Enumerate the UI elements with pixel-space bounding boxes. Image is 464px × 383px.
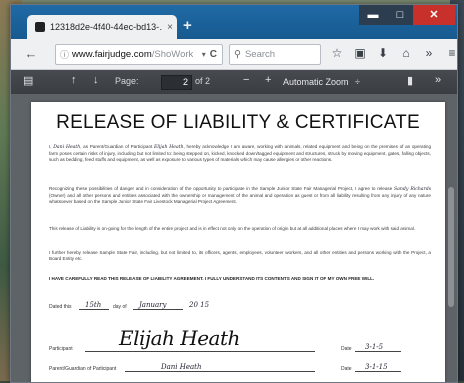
guardian-signature: Dani Heath: [161, 363, 202, 371]
guardian-date-label: Date: [341, 366, 352, 372]
dated-day-line: [79, 309, 109, 310]
participant-name-handwritten: Elijah Heath: [154, 145, 184, 150]
page-number-input[interactable]: 2: [161, 75, 192, 90]
p1-text: , as Parent/Guardian of Participant: [80, 144, 153, 149]
p2-e: Junior State Fair Livestock Managerial P…: [118, 199, 237, 205]
pdf-page: RELEASE OF LIABILITY & CERTIFICATE I, Da…: [31, 102, 445, 382]
page-total: of 2: [195, 76, 211, 86]
window-controls: ▬ □ ✕: [359, 5, 455, 25]
navigation-bar: ← ⓘ www.fairjudge.com/ShoWork ▾ C ⚲ Sear…: [11, 39, 457, 70]
participant-sig-line: [85, 351, 315, 352]
dropdown-icon[interactable]: ▾: [202, 50, 206, 59]
paragraph-release: Recognizing these possibilities of dange…: [49, 186, 431, 205]
participant-date-line: [355, 351, 401, 352]
zoom-caret-icon: ÷: [355, 77, 360, 87]
guardian-date-line: [355, 371, 401, 372]
tab-title: 12318d2e-4f40-44ec-bd13-…: [50, 22, 163, 32]
url-host: www.fairjudge.com: [72, 49, 152, 60]
reload-icon[interactable]: C: [210, 49, 217, 60]
search-placeholder: Search: [244, 49, 276, 60]
maximize-icon[interactable]: □: [387, 5, 413, 25]
zoom-out-button[interactable]: −: [243, 74, 249, 86]
url-bar[interactable]: ⓘ www.fairjudge.com/ShoWork ▾ C: [55, 44, 223, 65]
pdf-favicon-icon: [35, 22, 45, 32]
dated-month: January: [139, 301, 167, 309]
dated-label: Dated this: [49, 304, 72, 310]
close-window-icon[interactable]: ✕: [413, 5, 455, 25]
search-input[interactable]: ⚲ Search: [229, 44, 321, 65]
search-icon: ⚲: [234, 49, 241, 60]
document-viewer[interactable]: RELEASE OF LIABILITY & CERTIFICATE I, Da…: [11, 94, 457, 382]
browser-tab[interactable]: 12318d2e-4f40-44ec-bd13-… ×: [27, 15, 177, 39]
participant-date: 3-1-5: [365, 343, 384, 351]
downloads-icon[interactable]: ⬇: [375, 45, 391, 61]
reading-list-icon[interactable]: ▣: [352, 45, 368, 61]
dated-day: 15th: [85, 301, 102, 309]
paragraph-further-release: I further hereby release Sample State Fa…: [49, 250, 431, 262]
new-tab-icon[interactable]: +: [183, 17, 192, 34]
site-info-icon[interactable]: ⓘ: [60, 48, 69, 61]
p1-lead: I,: [49, 144, 52, 149]
zoom-in-button[interactable]: +: [265, 74, 271, 86]
guardian-sig-line: [125, 371, 315, 372]
home-icon[interactable]: ⌂: [398, 45, 414, 61]
paragraph-acknowledgment: I, Dani Heath, as Parent/Guardian of Par…: [49, 144, 431, 163]
title-bar: 12318d2e-4f40-44ec-bd13-… × + ▬ □ ✕: [11, 5, 457, 39]
dated-year: 20 15: [189, 301, 210, 309]
pdf-toolbar: ▤ ↑ ↓ Page: 2 of 2 − + Automatic Zoom ÷ …: [11, 70, 457, 94]
menu-icon[interactable]: ≡: [444, 45, 457, 61]
guardian-signature-line: Parent/Guardian of Participant Dani Heat…: [49, 362, 431, 374]
minimize-icon[interactable]: ▬: [359, 5, 387, 25]
p2-a: Recognizing these possibilities of dange…: [49, 186, 258, 191]
url-path: /ShoWork: [151, 49, 194, 60]
document-title: RELEASE OF LIABILITY & CERTIFICATE: [56, 112, 420, 133]
paragraph-acknowledge-read: I HAVE CAREFULLY READ THIS RELEASE OF LI…: [49, 276, 375, 281]
next-page-icon[interactable]: ↓: [93, 74, 99, 86]
p2-sample: Sample: [259, 186, 276, 191]
dated-line: Dated this 15th day of January 20 15: [49, 300, 431, 312]
previous-page-icon[interactable]: ↑: [71, 74, 77, 86]
tab-close-icon[interactable]: ×: [163, 22, 177, 33]
toolbar-icons: ☆ ▣ ⬇ ⌂ » ≡: [329, 45, 457, 61]
p2-d: Sample: [101, 199, 118, 205]
dated-month-line: [133, 309, 183, 310]
sidebar-toggle-icon[interactable]: ▤: [23, 74, 33, 87]
participant-signature: Elijah Heath: [119, 326, 240, 350]
paragraph-ongoing: This release of Liability is on-going fo…: [49, 226, 416, 231]
url-text: www.fairjudge.com/ShoWork: [72, 49, 193, 60]
participant-label: Participant: [49, 346, 73, 352]
tools-overflow-icon[interactable]: »: [435, 74, 441, 86]
zoom-value: Automatic Zoom: [283, 77, 349, 87]
overflow-chevron-icon[interactable]: »: [421, 45, 437, 61]
dated-mid-label: day of: [113, 304, 127, 310]
vertical-scrollbar[interactable]: [448, 187, 454, 307]
bookmark-icon[interactable]: ▮: [407, 74, 413, 87]
zoom-select[interactable]: Automatic Zoom ÷: [283, 75, 367, 89]
guardian-date: 3-1-15: [365, 363, 388, 371]
browser-window: 12318d2e-4f40-44ec-bd13-… × + ▬ □ ✕ ← ⓘ …: [10, 4, 458, 383]
participant-date-label: Date: [341, 346, 352, 352]
p2-b: Junior State Fair Managerial Project, I …: [277, 186, 393, 191]
bookmark-star-icon[interactable]: ☆: [329, 45, 345, 61]
owner-name-handwritten: Sandy Richards: [394, 187, 432, 192]
page-label: Page:: [115, 76, 139, 86]
parent-name-handwritten: Dani Heath: [53, 145, 81, 150]
back-icon[interactable]: ←: [19, 46, 43, 61]
participant-signature-line: Participant Elijah Heath Date 3-1-5: [49, 326, 431, 354]
guardian-label: Parent/Guardian of Participant: [49, 366, 117, 372]
